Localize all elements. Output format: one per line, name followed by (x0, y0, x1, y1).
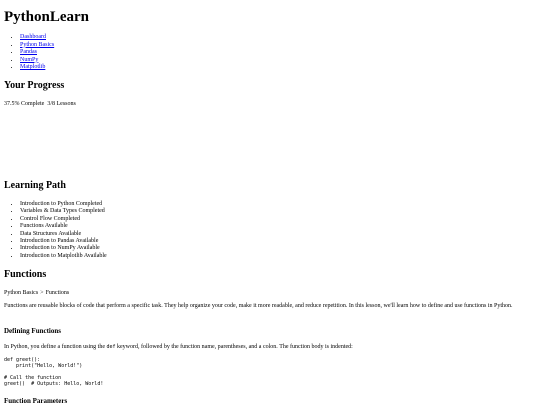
code-example: def greet(): print("Hello, World!") # Ca… (4, 357, 104, 387)
main-nav: Dashboard Python Basics Pandas NumPy Mat… (4, 34, 54, 72)
lesson-item[interactable]: Functions Available (20, 223, 107, 230)
progress-heading: Your Progress (4, 80, 65, 91)
nav-link-python-basics[interactable]: Python Basics (20, 42, 54, 48)
breadcrumb-separator: > (40, 290, 44, 296)
progress-bar (4, 112, 204, 115)
nav-item-matplotlib: Matplotlib (20, 64, 54, 72)
lesson-item[interactable]: Introduction to NumPy Available (20, 245, 107, 252)
breadcrumb-current: Functions (45, 290, 70, 296)
defining-functions-text: In Python, you define a function using t… (4, 344, 353, 351)
nav-item-numpy: NumPy (20, 57, 54, 65)
learning-path-list: Introduction to Python Completed Variabl… (4, 201, 107, 260)
site-title: PythonLearn (4, 9, 90, 25)
def-text-before: In Python, you define a function using t… (4, 344, 107, 350)
lesson-item[interactable]: Control Flow Completed (20, 216, 107, 223)
progress-summary: 37.5% Complete 3/8 Lessons (4, 101, 79, 108)
lesson-title: Functions (4, 269, 47, 280)
nav-item-pandas: Pandas (20, 49, 54, 57)
def-keyword: def (106, 344, 116, 350)
learning-path-heading: Learning Path (4, 180, 66, 191)
nav-item-dashboard: Dashboard (20, 34, 54, 42)
nav-link-dashboard[interactable]: Dashboard (20, 34, 46, 40)
lesson-item[interactable]: Introduction to Pandas Available (20, 238, 107, 245)
progress-bar-fill (4, 112, 79, 115)
defining-functions-heading: Defining Functions (4, 327, 61, 335)
progress-percent: 37.5% Complete (4, 101, 45, 107)
lesson-item[interactable]: Variables & Data Types Completed (20, 208, 107, 215)
lesson-intro: Functions are reusable blocks of code th… (4, 303, 513, 309)
lesson-item[interactable]: Data Structures Available (20, 231, 107, 238)
nav-link-numpy[interactable]: NumPy (20, 57, 38, 63)
nav-item-python-basics: Python Basics (20, 42, 54, 50)
lesson-item[interactable]: Introduction to Python Completed (20, 201, 107, 208)
def-text-after: keyword, followed by the function name, … (115, 344, 353, 350)
lesson-item[interactable]: Introduction to Matplotlib Available (20, 253, 107, 260)
progress-lessons: 3/8 Lessons (47, 101, 76, 107)
function-parameters-heading: Function Parameters (4, 397, 68, 405)
breadcrumb-parent[interactable]: Python Basics (4, 290, 38, 296)
nav-link-matplotlib[interactable]: Matplotlib (20, 64, 45, 70)
page: PythonLearn Dashboard Python Basics Pand… (0, 0, 540, 405)
nav-link-pandas[interactable]: Pandas (20, 49, 37, 55)
breadcrumb: Python Basics > Functions (4, 290, 69, 297)
